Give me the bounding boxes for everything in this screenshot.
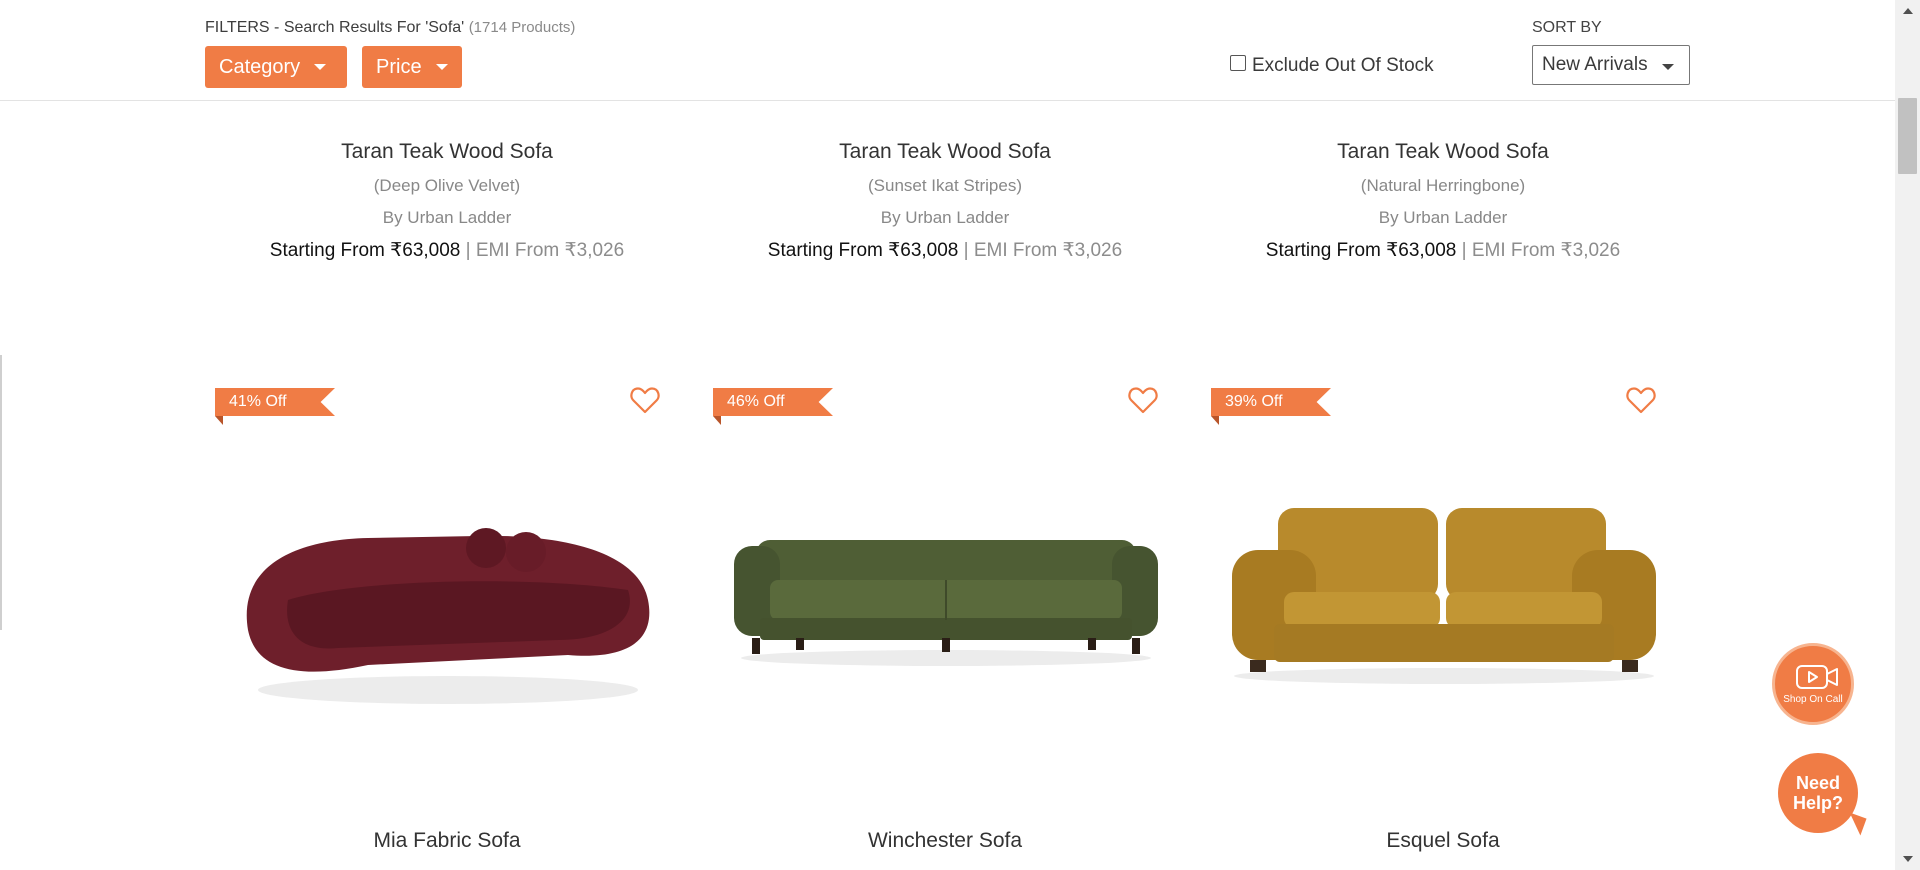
product-name[interactable]: Mia Fabric Sofa <box>212 829 682 853</box>
price-value: ₹63,008 <box>1386 240 1457 261</box>
sort-by-select[interactable]: New Arrivals <box>1532 45 1690 85</box>
product-brand: By Urban Ladder <box>880 208 1010 227</box>
left-edge-tab <box>0 355 2 630</box>
price-prefix: Starting From <box>269 240 391 261</box>
price-separator: | <box>460 240 476 261</box>
product-variant: (Sunset Ikat Stripes) <box>867 176 1022 195</box>
product-card-info[interactable]: Taran Teak Wood Sofa (Deep Olive Velvet)… <box>212 140 682 262</box>
sort-by-value: New Arrivals <box>1542 54 1648 75</box>
product-card-info[interactable]: Taran Teak Wood Sofa (Natural Herringbon… <box>1208 140 1678 262</box>
discount-badge: 46% Off <box>713 388 833 416</box>
price-prefix: Starting From <box>1265 240 1387 261</box>
product-name[interactable]: Taran Teak Wood Sofa <box>710 140 1180 164</box>
category-label: Category <box>219 55 301 78</box>
search-results-text: FILTERS - Search Results For 'Sofa' <box>205 19 465 36</box>
scrollbar[interactable] <box>1895 0 1920 870</box>
product-brand: By Urban Ladder <box>1378 208 1508 227</box>
product-name[interactable]: Esquel Sofa <box>1208 829 1678 853</box>
esquel-sofa-image[interactable] <box>1224 480 1664 720</box>
product-name[interactable]: Taran Teak Wood Sofa <box>1208 140 1678 164</box>
price-value: ₹63,008 <box>390 240 461 261</box>
price-separator: | <box>1456 240 1472 261</box>
heart-icon[interactable] <box>1625 384 1657 416</box>
sort-by-label: SORT BY <box>1532 19 1602 36</box>
discount-badge: 41% Off <box>215 388 335 416</box>
need-help-button[interactable]: Need Help? <box>1778 753 1867 836</box>
shop-on-call-label: Shop On Call <box>1783 694 1843 705</box>
exclude-out-of-stock-label: Exclude Out Of Stock <box>1252 55 1434 76</box>
chat-bubble-tail <box>1843 812 1867 836</box>
badge-fold <box>1211 416 1219 425</box>
category-filter-button[interactable]: Category <box>205 46 347 88</box>
exclude-out-of-stock[interactable]: Exclude Out Of Stock <box>1230 55 1434 77</box>
price-filter-button[interactable]: Price <box>362 46 462 88</box>
emi-text: EMI From ₹3,026 <box>1471 240 1621 261</box>
heart-icon[interactable] <box>1127 384 1159 416</box>
caret-down-icon <box>435 64 448 70</box>
product-name[interactable]: Winchester Sofa <box>710 829 1180 853</box>
product-name[interactable]: Taran Teak Wood Sofa <box>212 140 682 164</box>
need-help-label: Need Help? <box>1792 773 1843 813</box>
product-brand: By Urban Ladder <box>382 208 512 227</box>
caret-down-icon <box>1662 64 1674 70</box>
scroll-down-arrow-icon[interactable] <box>1903 856 1913 862</box>
price-label: Price <box>376 55 422 78</box>
scroll-thumb[interactable] <box>1898 98 1917 174</box>
mia-fabric-sofa-image[interactable] <box>228 480 668 720</box>
shop-on-call-button[interactable]: Shop On Call <box>1772 643 1854 725</box>
discount-badge: 39% Off <box>1211 388 1331 416</box>
product-variant: (Deep Olive Velvet) <box>373 176 521 195</box>
product-count: (1714 Products) <box>468 19 576 36</box>
product-variant: (Natural Herringbone) <box>1360 176 1526 195</box>
emi-text: EMI From ₹3,026 <box>973 240 1123 261</box>
filter-title: FILTERS - Search Results For 'Sofa' (171… <box>205 19 575 37</box>
winchester-sofa-image[interactable] <box>726 480 1166 720</box>
price-separator: | <box>958 240 974 261</box>
video-call-icon <box>1796 665 1838 689</box>
caret-down-icon <box>314 64 327 70</box>
badge-fold <box>215 416 223 425</box>
filter-bar: FILTERS - Search Results For 'Sofa' (171… <box>0 0 1895 101</box>
badge-fold <box>713 416 721 425</box>
price-prefix: Starting From <box>767 240 889 261</box>
product-card-info[interactable]: Taran Teak Wood Sofa (Sunset Ikat Stripe… <box>710 140 1180 262</box>
product-price: Starting From ₹63,008 | EMI From ₹3,026 <box>710 239 1180 262</box>
emi-text: EMI From ₹3,026 <box>475 240 625 261</box>
exclude-out-of-stock-checkbox[interactable] <box>1230 55 1246 71</box>
product-price: Starting From ₹63,008 | EMI From ₹3,026 <box>212 239 682 262</box>
price-value: ₹63,008 <box>888 240 959 261</box>
product-price: Starting From ₹63,008 | EMI From ₹3,026 <box>1208 239 1678 262</box>
scroll-up-arrow-icon[interactable] <box>1903 8 1913 14</box>
heart-icon[interactable] <box>629 384 661 416</box>
